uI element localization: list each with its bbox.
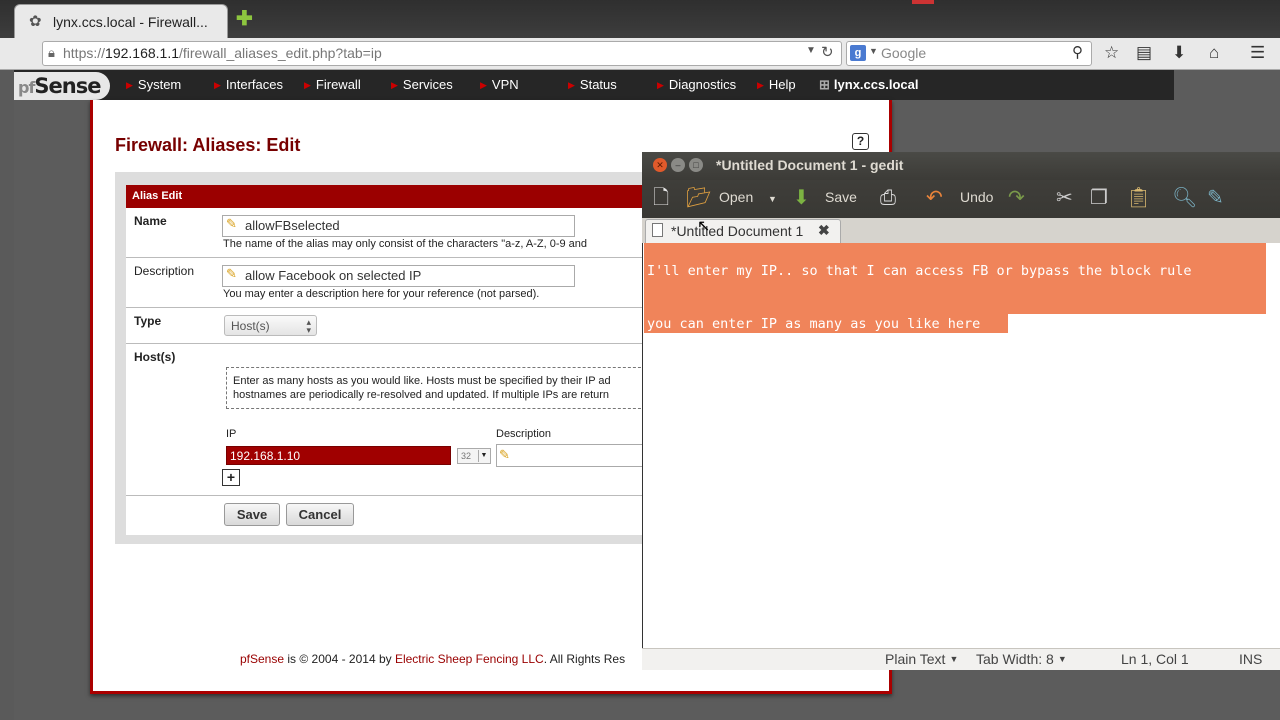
pencil-icon: ✎	[226, 266, 237, 281]
notification-indicator	[912, 0, 934, 4]
network-icon: ⊞	[819, 77, 830, 92]
document-icon	[652, 223, 663, 237]
hosts-info-box: Enter as many hosts as you would like. H…	[226, 367, 656, 409]
open-folder-icon[interactable]: 📂︎	[686, 186, 711, 210]
cut-icon[interactable]: ✂	[1056, 186, 1073, 210]
undo-button[interactable]: Undo	[960, 189, 993, 205]
menu-system[interactable]: ▶ System	[126, 77, 181, 92]
save-icon[interactable]: ⬇	[793, 186, 810, 210]
url-text[interactable]: https://192.168.1.1/firewall_aliases_edi…	[63, 45, 382, 61]
chevron-down-icon[interactable]: ▼	[768, 194, 777, 204]
menu-arrow-icon: ▶	[568, 80, 575, 90]
description-column-header: Description	[496, 428, 552, 440]
google-engine-icon[interactable]: g	[850, 45, 866, 61]
paste-icon[interactable]: 📋︎	[1126, 186, 1151, 210]
find-icon[interactable]: 🔍︎	[1172, 186, 1197, 210]
menu-interfaces[interactable]: ▶ Interfaces	[214, 77, 283, 92]
page-title: Firewall: Aliases: Edit	[115, 135, 301, 155]
description-hint: You may enter a description here for you…	[223, 288, 540, 300]
replace-icon[interactable]: ✎	[1207, 186, 1224, 210]
save-button[interactable]: Save	[224, 503, 280, 526]
pfsense-logo[interactable]: pfSense	[14, 72, 110, 100]
browser-tab[interactable]: ✿ lynx.ccs.local - Firewall...	[14, 4, 228, 38]
home-icon[interactable]: ⌂	[1209, 43, 1219, 63]
gedit-save-button[interactable]: Save	[825, 189, 857, 205]
hosts-label: Host(s)	[126, 344, 220, 496]
type-label: Type	[126, 308, 220, 344]
url-dropdown-icon[interactable]: ▼	[806, 45, 816, 56]
favicon-icon: ✿	[29, 13, 42, 30]
pencil-icon: ✎	[499, 447, 510, 462]
menu-arrow-icon: ▶	[757, 80, 764, 90]
type-select[interactable]: Host(s) ▴ ▾	[224, 315, 317, 336]
ip-input[interactable]: 192.168.1.10	[226, 446, 451, 465]
menu-help[interactable]: ▶ Help	[757, 77, 796, 92]
menu-status[interactable]: ▶ Status	[568, 77, 617, 92]
mouse-cursor-icon: ↖	[697, 218, 711, 235]
help-icon[interactable]: ?	[852, 133, 869, 150]
host-description-input[interactable]: ✎	[496, 444, 646, 467]
bookmarks-list-icon[interactable]: ▤	[1136, 43, 1152, 63]
menu-arrow-icon: ▶	[391, 80, 398, 90]
name-label: Name	[126, 208, 220, 258]
name-input[interactable]: allowFBselected	[222, 215, 575, 237]
language-selector[interactable]: Plain Text ▼	[885, 651, 958, 667]
chevron-down-icon: ▼	[478, 450, 489, 462]
tab-label: *Untitled Document 1	[671, 223, 804, 239]
url-host: 192.168.1.1	[105, 45, 179, 61]
search-input[interactable]: Google	[881, 45, 926, 61]
maximize-icon[interactable]: □	[689, 158, 703, 172]
bookmark-star-icon[interactable]: ☆	[1104, 43, 1119, 63]
tab-width-selector[interactable]: Tab Width: 8 ▼	[976, 651, 1067, 667]
description-label: Description	[126, 258, 220, 308]
add-row-icon[interactable]: +	[222, 469, 240, 486]
menu-vpn[interactable]: ▶ VPN	[480, 77, 519, 92]
reload-icon[interactable]: ↻	[821, 43, 834, 61]
new-document-icon[interactable]: 🗋	[653, 186, 669, 210]
copy-icon[interactable]: ❐	[1090, 186, 1108, 210]
editor-line-1[interactable]: I'll enter my IP.. so that I can access …	[647, 263, 1192, 279]
search-icon[interactable]: ⚲	[1072, 43, 1083, 61]
cursor-position: Ln 1, Col 1	[1121, 651, 1189, 667]
spinner-icon: ▴ ▾	[306, 317, 311, 335]
menu-diagnostics[interactable]: ▶ Diagnostics	[657, 77, 736, 92]
search-engine-dropdown-icon[interactable]: ▼	[869, 46, 878, 56]
menu-arrow-icon: ▶	[214, 80, 221, 90]
menu-icon[interactable]: ☰	[1250, 43, 1265, 63]
pencil-icon: ✎	[226, 216, 237, 231]
menu-services[interactable]: ▶ Services	[391, 77, 453, 92]
downloads-icon[interactable]: ⬇	[1172, 43, 1186, 63]
cancel-button[interactable]: Cancel	[286, 503, 354, 526]
menu-arrow-icon: ▶	[304, 80, 311, 90]
insert-mode: INS	[1239, 651, 1263, 667]
hosts-info-line: hostnames are periodically re-resolved a…	[233, 389, 610, 401]
hosts-info-line: Enter as many hosts as you would like. H…	[233, 375, 611, 387]
close-tab-icon[interactable]: ✖	[818, 222, 830, 239]
chevron-down-icon: ▼	[949, 654, 959, 664]
description-input[interactable]: allow Facebook on selected IP	[222, 265, 575, 287]
footer: pfSense is © 2004 - 2014 by Electric She…	[240, 652, 626, 666]
editor-line-3[interactable]: you can enter IP as many as you like her…	[647, 316, 980, 332]
menu-arrow-icon: ▶	[480, 80, 487, 90]
browser-tab-title: lynx.ccs.local - Firewall...	[53, 14, 208, 30]
minimize-icon[interactable]: –	[671, 158, 685, 172]
url-path: /firewall_aliases_edit.php?tab=ip	[179, 45, 382, 61]
menu-arrow-icon: ▶	[126, 80, 133, 90]
name-hint: The name of the alias may only consist o…	[223, 238, 588, 250]
redo-icon[interactable]: ↷	[1008, 186, 1025, 210]
window-title: *Untitled Document 1 - gedit	[716, 157, 904, 173]
chevron-down-icon: ▼	[1057, 654, 1067, 664]
ip-column-header: IP	[226, 428, 237, 440]
new-tab-icon[interactable]: ✚	[236, 9, 253, 29]
close-icon[interactable]: ✕	[653, 158, 667, 172]
hostname-link[interactable]: ⊞ lynx.ccs.local	[819, 77, 918, 93]
menu-firewall[interactable]: ▶ Firewall	[304, 77, 361, 92]
print-icon[interactable]: ⎙	[880, 186, 896, 210]
subnet-mask-select[interactable]: 32 ▼	[457, 448, 491, 464]
url-prefix: https://	[63, 45, 106, 61]
menu-arrow-icon: ▶	[657, 80, 664, 90]
open-button[interactable]: Open	[719, 189, 753, 205]
lock-icon[interactable]: 🔒︎	[48, 45, 55, 61]
undo-icon[interactable]: ↶	[926, 186, 943, 210]
